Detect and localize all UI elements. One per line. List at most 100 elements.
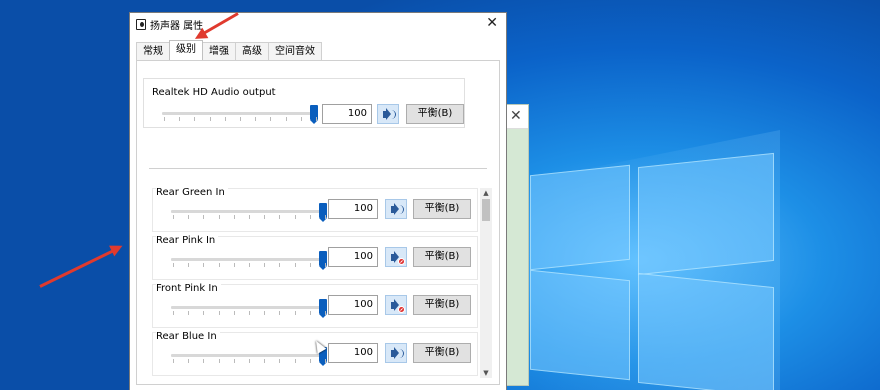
slider-tick [325, 359, 326, 363]
slider-tick [295, 311, 296, 315]
slider-tick [219, 263, 220, 267]
tab-enhancements[interactable]: 增强 [202, 42, 236, 60]
output-balance-button[interactable]: 平衡(B) [406, 104, 464, 124]
front-pink-volume-slider[interactable] [171, 298, 327, 318]
slider-tick [249, 311, 250, 315]
speaker-properties-dialog: 扬声器 属性 ✕ 常规 级别 增强 高级 空间音效 Realtek HD Aud… [129, 12, 507, 390]
slider-tick [264, 311, 265, 315]
slider-tick [164, 117, 165, 121]
output-volume-slider[interactable] [162, 104, 318, 124]
slider-tick [325, 263, 326, 267]
list-scrollbar[interactable]: ▲ ▼ [480, 188, 492, 378]
speaker-muted-icon[interactable] [385, 247, 407, 267]
slider-tick [279, 359, 280, 363]
rear-green-volume-slider[interactable] [171, 202, 327, 222]
slider-tick [173, 359, 174, 363]
slider-tick [203, 215, 204, 219]
tab-levels[interactable]: 级别 [169, 40, 203, 60]
list-item: Front Pink In 100 平衡(B) [152, 283, 478, 328]
rear-blue-balance-button[interactable]: 平衡(B) [413, 343, 471, 363]
slider-tick [173, 311, 174, 315]
slider-tick [270, 117, 271, 121]
slider-tick [255, 117, 256, 121]
scroll-down-icon[interactable]: ▼ [480, 368, 492, 378]
slider-tick [203, 311, 204, 315]
slider-tick [279, 215, 280, 219]
slider-tick [264, 215, 265, 219]
scroll-thumb[interactable] [482, 199, 490, 221]
slider-tick [234, 359, 235, 363]
rear-pink-balance-button[interactable]: 平衡(B) [413, 247, 471, 267]
slider-tick [325, 215, 326, 219]
speaker-icon[interactable] [385, 199, 407, 219]
slider-tick [173, 263, 174, 267]
slider-tick [286, 117, 287, 121]
logo-pane-bottom-right [638, 272, 774, 390]
output-volume-field[interactable]: 100 [322, 104, 372, 124]
tab-general[interactable]: 常规 [136, 42, 170, 60]
slider-tick [316, 117, 317, 121]
logo-pane-top-left [530, 164, 630, 271]
slider-tick [279, 311, 280, 315]
slider-tick [295, 263, 296, 267]
logo-pane-bottom-left [530, 269, 630, 381]
speaker-muted-icon[interactable] [385, 295, 407, 315]
slider-tick [225, 117, 226, 121]
input-label-rear-pink: Rear Pink In [156, 235, 219, 246]
slider-tick [194, 117, 195, 121]
slider-tick [188, 263, 189, 267]
speaker-icon[interactable] [377, 104, 399, 124]
rear-blue-volume-field[interactable]: 100 [328, 343, 378, 363]
close-icon[interactable]: ✕ [486, 15, 498, 31]
slider-tick [310, 359, 311, 363]
slider-tick [234, 311, 235, 315]
slider-tick [179, 117, 180, 121]
scroll-up-icon[interactable]: ▲ [480, 188, 492, 198]
tab-strip: 常规 级别 增强 高级 空间音效 [136, 40, 322, 60]
slider-tick [219, 311, 220, 315]
slider-tick [188, 311, 189, 315]
slider-tick [301, 117, 302, 121]
slider-track [162, 112, 318, 115]
speaker-device-icon [136, 18, 146, 30]
output-group: Realtek HD Audio output 100 平衡(B) [143, 78, 465, 128]
slider-tick [203, 263, 204, 267]
tab-spatial-sound[interactable]: 空间音效 [268, 42, 322, 60]
slider-tick [219, 215, 220, 219]
input-label-front-pink: Front Pink In [156, 283, 221, 294]
rear-green-volume-field[interactable]: 100 [328, 199, 378, 219]
rear-pink-volume-slider[interactable] [171, 250, 327, 270]
rear-green-balance-button[interactable]: 平衡(B) [413, 199, 471, 219]
slider-tick [325, 311, 326, 315]
dialog-titlebar: 扬声器 属性 ✕ [130, 13, 506, 35]
slider-tick [188, 215, 189, 219]
dialog-title: 扬声器 属性 [150, 20, 204, 32]
slider-tick [249, 263, 250, 267]
slider-tick [310, 215, 311, 219]
slider-tick [234, 263, 235, 267]
rear-pink-volume-field[interactable]: 100 [328, 247, 378, 267]
logo-pane-top-right [638, 152, 774, 276]
slider-tick [234, 215, 235, 219]
slider-tick [264, 263, 265, 267]
list-item: Rear Green In 100 平衡(B) [152, 188, 478, 232]
front-pink-balance-button[interactable]: 平衡(B) [413, 295, 471, 315]
slider-tick [188, 359, 189, 363]
slider-tick [310, 311, 311, 315]
background-window-close-icon[interactable]: ✕ [510, 108, 522, 124]
section-divider [149, 168, 487, 169]
slider-tick [310, 263, 311, 267]
slider-tick [249, 359, 250, 363]
front-pink-volume-field[interactable]: 100 [328, 295, 378, 315]
slider-tick [264, 359, 265, 363]
slider-tick [249, 215, 250, 219]
tab-advanced[interactable]: 高级 [235, 42, 269, 60]
slider-tick [279, 263, 280, 267]
slider-tick [295, 215, 296, 219]
slider-tick [295, 359, 296, 363]
slider-tick [219, 359, 220, 363]
speaker-icon[interactable] [385, 343, 407, 363]
list-item: Rear Blue In 100 平衡(B) [152, 331, 478, 376]
rear-blue-volume-slider[interactable] [171, 346, 327, 366]
input-levels-list: Rear Green In 100 平衡(B) Rear Pink In 100… [148, 188, 480, 378]
